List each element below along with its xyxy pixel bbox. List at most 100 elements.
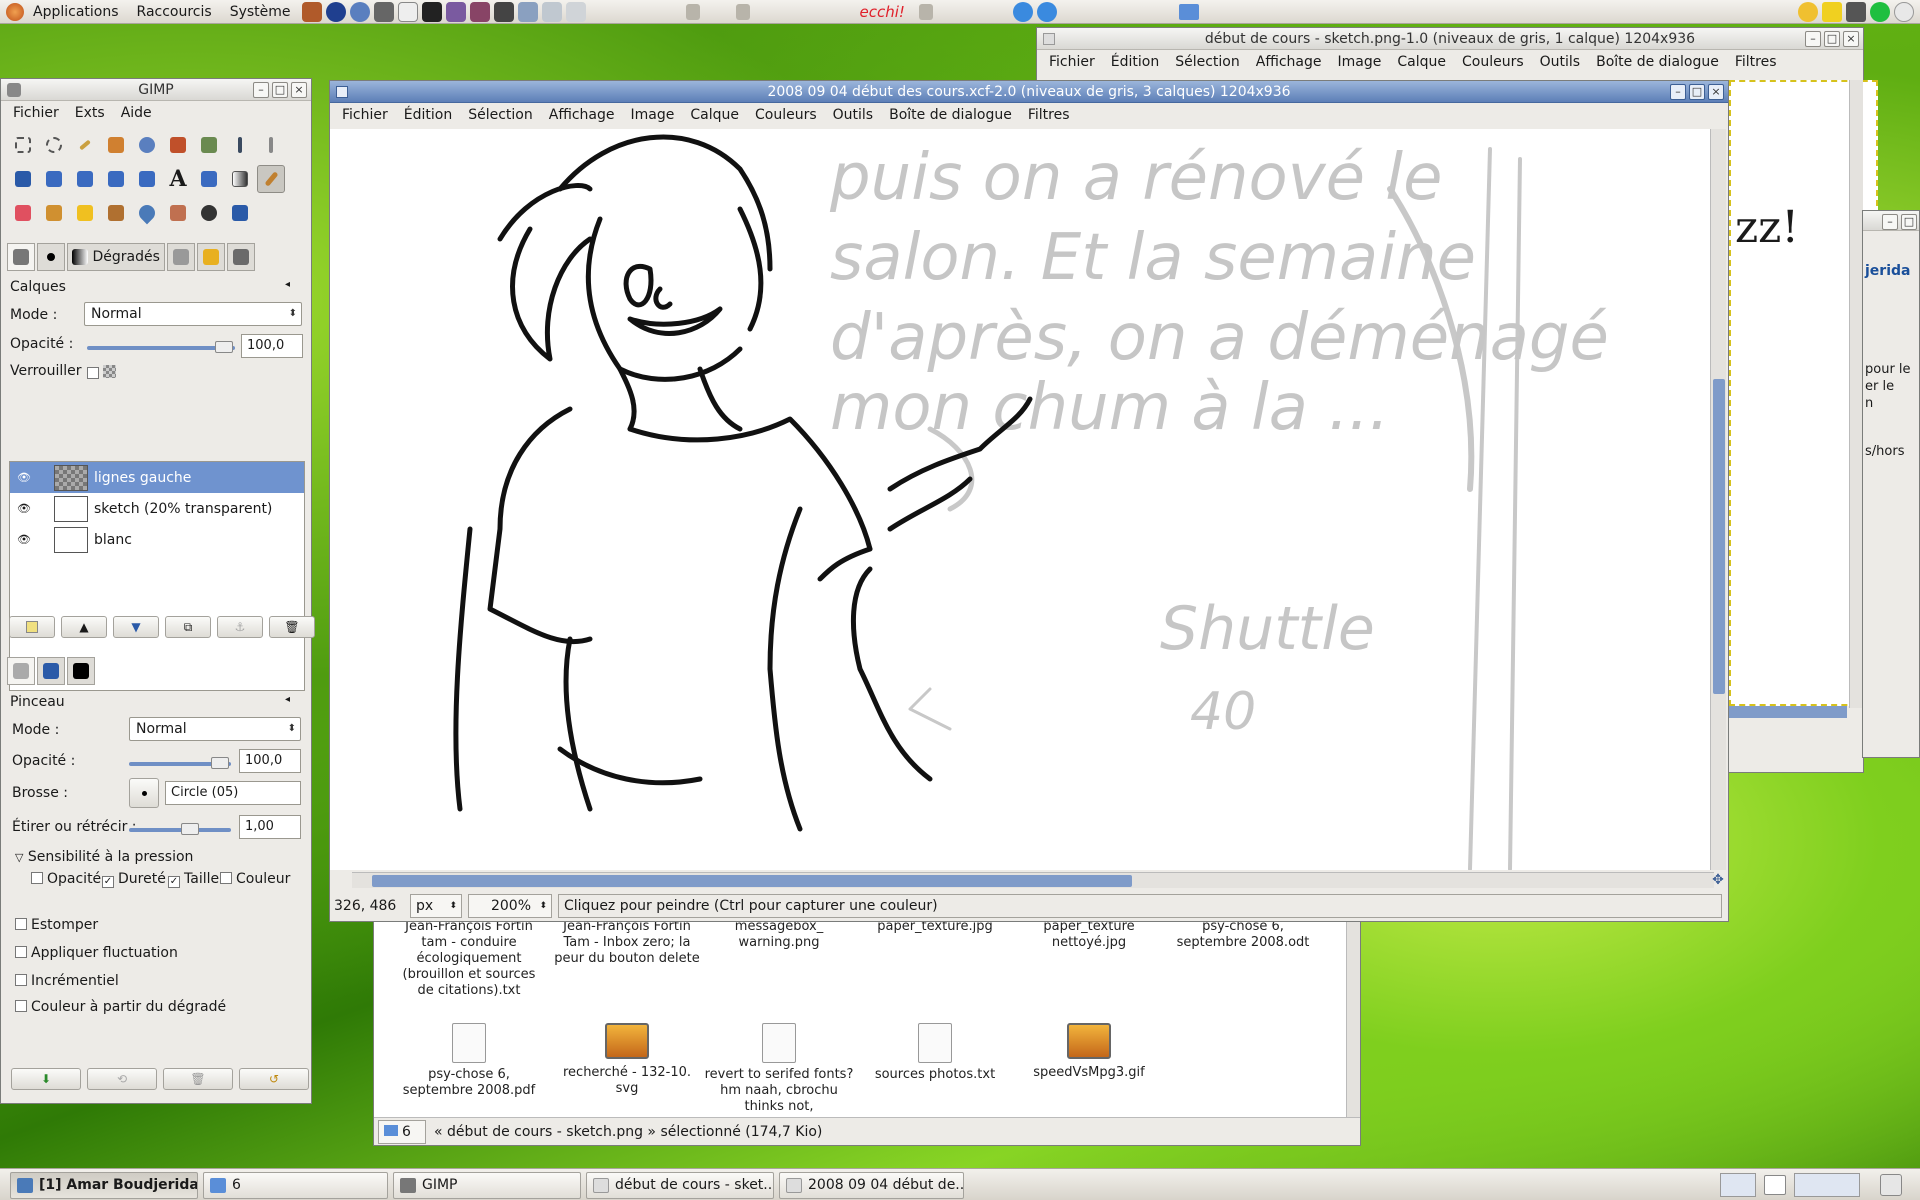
hscroll-thumb[interactable] [372, 875, 1132, 887]
rotate-tool[interactable] [102, 165, 130, 193]
file-item[interactable]: paper_texture nettoyé.jpg [1014, 919, 1164, 951]
menu-selection[interactable]: Sélection [460, 103, 541, 127]
rect-select-tool[interactable] [9, 131, 37, 159]
camera-launcher-icon[interactable] [373, 1, 394, 22]
menu-calque[interactable]: Calque [1389, 50, 1454, 74]
move-tool[interactable] [40, 165, 68, 193]
ellipse-select-tool[interactable] [40, 131, 68, 159]
terminal-launcher-icon[interactable] [421, 1, 442, 22]
maximize-button[interactable]: □ [272, 82, 288, 98]
menu-places[interactable]: Raccourcis [128, 0, 221, 24]
partial-window-titlebar[interactable]: – □ [1863, 211, 1919, 231]
tab-layers[interactable] [7, 243, 35, 271]
pressure-expander[interactable]: ▽ Sensibilité à la pression [15, 849, 193, 865]
tab-brushes[interactable] [37, 243, 65, 271]
game-launcher-icon[interactable] [469, 1, 490, 22]
crop-tool[interactable] [71, 165, 99, 193]
task-chat[interactable]: [1] Amar Boudjerida [10, 1172, 198, 1199]
task-gimp[interactable]: GIMP [393, 1172, 581, 1199]
mail-launcher-icon[interactable] [541, 1, 562, 22]
minimize-button[interactable]: – [1805, 31, 1821, 47]
file-item[interactable]: revert to serifed fonts? hm naah, cbroch… [704, 1023, 854, 1115]
menu-edition[interactable]: Édition [396, 103, 460, 127]
brush-opacity-slider[interactable] [129, 757, 231, 769]
vscroll-thumb[interactable] [1713, 379, 1725, 694]
eye-icon[interactable]: 👁 [10, 502, 38, 515]
file-manager-scrollbar[interactable] [1346, 901, 1360, 1119]
workspace-launcher-icon[interactable] [517, 1, 538, 22]
layer-mode-select[interactable]: Normal ⬍ [84, 302, 302, 326]
workspace-pager[interactable] [1794, 1173, 1860, 1197]
menu-outils[interactable]: Outils [1532, 50, 1588, 74]
duplicate-layer-button[interactable]: ⧉ [165, 616, 211, 638]
menu-filtres[interactable]: Filtres [1020, 103, 1078, 127]
file-item[interactable]: Jean-François Fortin tam - conduire écol… [394, 919, 544, 999]
dodge-tool[interactable] [195, 199, 223, 227]
flip-tool[interactable] [195, 165, 223, 193]
maximize-button[interactable]: □ [1901, 214, 1917, 230]
tab-gradients[interactable]: Dégradés [67, 243, 165, 271]
sketch-vscrollbar[interactable] [1849, 80, 1863, 708]
menu-filtres[interactable]: Filtres [1727, 50, 1785, 74]
misc-launcher-icon[interactable] [565, 1, 586, 22]
menu-boite-dialogue[interactable]: Boîte de dialogue [1588, 50, 1727, 74]
menu-selection[interactable]: Sélection [1167, 50, 1248, 74]
menu-exts[interactable]: Exts [67, 101, 113, 125]
ubuntu-logo-icon[interactable] [6, 2, 24, 21]
delete-options-button[interactable]: 🗑 [163, 1068, 233, 1090]
brush-preview-button[interactable] [129, 778, 159, 808]
menu-system[interactable]: Système [221, 0, 300, 24]
trash-icon[interactable] [1880, 1174, 1902, 1196]
image-hscrollbar[interactable] [352, 872, 1714, 888]
menu-boite-dialogue[interactable]: Boîte de dialogue [881, 103, 1020, 127]
file-item[interactable]: speedVsMpg3.gif [1014, 1023, 1164, 1081]
pressure-size-checkbox[interactable]: ✓ Taille [168, 871, 219, 888]
foreground-select-tool[interactable] [164, 131, 192, 159]
tab-tool-options[interactable] [7, 657, 35, 685]
free-select-tool[interactable] [71, 131, 99, 159]
toolbox-titlebar[interactable]: GIMP – □ × [1, 79, 311, 101]
menu-couleurs[interactable]: Couleurs [747, 103, 825, 127]
gimp-launcher-icon[interactable] [301, 1, 322, 22]
network-launcher-icon[interactable] [349, 1, 370, 22]
menu-calque[interactable]: Calque [682, 103, 747, 127]
menu-edition[interactable]: Édition [1103, 50, 1167, 74]
pidgin-launcher-icon[interactable] [445, 1, 466, 22]
text-tool[interactable]: A [164, 165, 192, 193]
jitter-checkbox[interactable]: Appliquer fluctuation [15, 945, 178, 961]
restore-options-button[interactable]: ⟲ [87, 1068, 157, 1090]
smudge-tool[interactable] [164, 199, 192, 227]
brush-applet-icon-3[interactable] [918, 3, 933, 20]
pressure-opacity-checkbox[interactable]: Opacité [31, 871, 101, 887]
minimize-button[interactable]: – [253, 82, 269, 98]
layer-opacity-slider[interactable] [87, 341, 235, 353]
file-item[interactable]: messagebox_ warning.png [704, 919, 854, 951]
power-icon[interactable] [1894, 1, 1914, 22]
lower-layer-button[interactable]: ▼ [113, 616, 159, 638]
menu-outils[interactable]: Outils [825, 103, 881, 127]
menu-affichage[interactable]: Affichage [1248, 50, 1330, 74]
image-vscrollbar[interactable] [1710, 129, 1726, 870]
scale-slider[interactable] [129, 823, 231, 835]
blend-tool[interactable] [226, 165, 254, 193]
menu-fichier[interactable]: Fichier [1041, 50, 1103, 74]
minimize-button[interactable]: – [1882, 214, 1898, 230]
eraser-tool[interactable] [9, 199, 37, 227]
heal-tool[interactable] [71, 199, 99, 227]
menu-image[interactable]: Image [1330, 50, 1390, 74]
navigate-icon[interactable]: ✥ [1710, 872, 1726, 888]
globe-icon-2[interactable] [1036, 1, 1057, 22]
dock-menu-icon[interactable]: ◂ [285, 694, 290, 705]
dock-menu-icon[interactable]: ◂ [285, 279, 290, 290]
pressure-color-checkbox[interactable]: Couleur [220, 871, 290, 887]
tab-colors[interactable] [67, 657, 95, 685]
drawing-canvas[interactable]: puis on a rénové le salon. Et la semaine… [330, 129, 1711, 870]
maximize-button[interactable]: □ [1689, 84, 1705, 100]
task-image-window[interactable]: 2008 09 04 début de... [779, 1172, 964, 1199]
paintbrush-tool[interactable] [257, 165, 285, 193]
maximize-button[interactable]: □ [1824, 31, 1840, 47]
menu-aide[interactable]: Aide [113, 101, 160, 125]
tab-tool-options[interactable] [166, 243, 195, 271]
notes-icon[interactable] [1822, 1, 1842, 22]
paths-tool[interactable] [195, 131, 223, 159]
